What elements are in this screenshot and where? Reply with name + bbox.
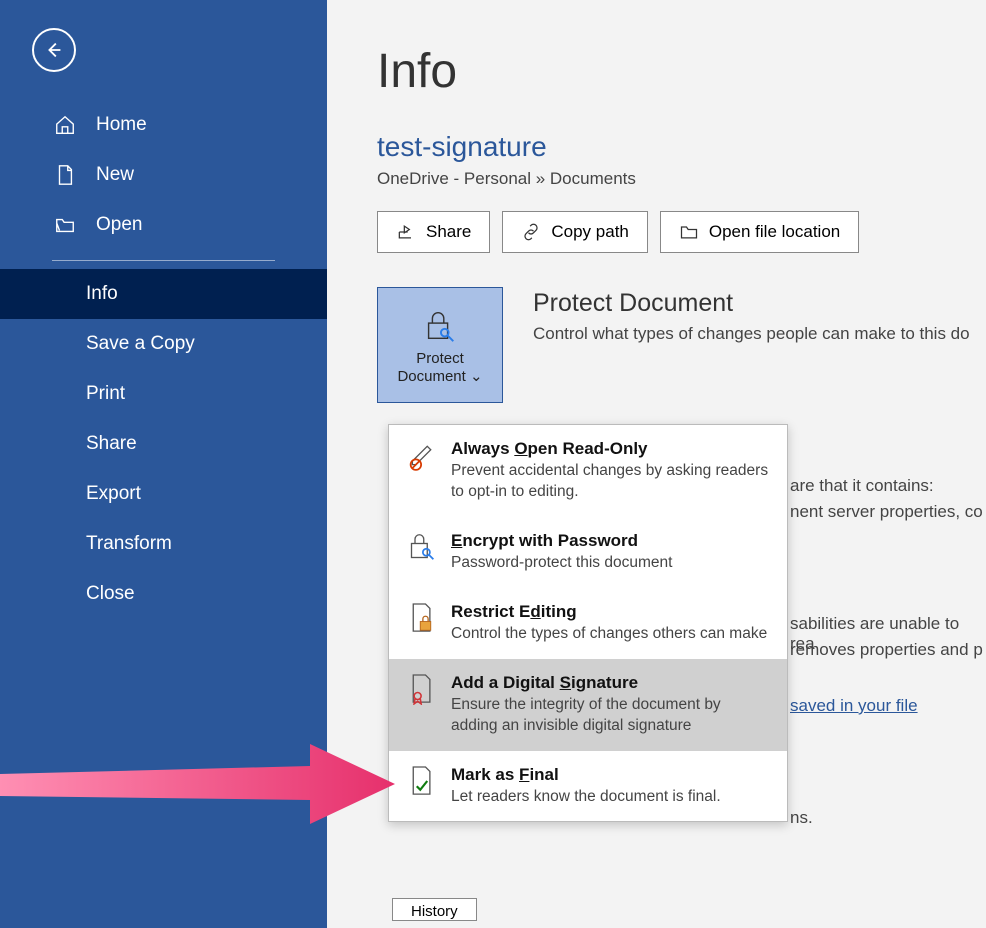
sidebar-item-label: Print: [86, 383, 125, 405]
menu-open-readonly[interactable]: Always Open Read-Only Prevent accidental…: [389, 425, 787, 517]
sidebar-item-share[interactable]: Share: [0, 419, 327, 469]
bg-text: removes properties and p: [790, 640, 983, 660]
share-button[interactable]: Share: [377, 211, 490, 253]
menu-title: Restrict Editing: [451, 602, 769, 622]
protect-btn-line1: Protect: [416, 350, 464, 367]
menu-restrict-editing[interactable]: Restrict Editing Control the types of ch…: [389, 588, 787, 659]
menu-add-digital-signature[interactable]: Add a Digital Signature Ensure the integ…: [389, 659, 787, 751]
bg-text: are that it contains:: [790, 476, 934, 496]
sidebar-item-label: Close: [86, 583, 135, 605]
sidebar-item-open[interactable]: Open: [0, 200, 327, 250]
sidebar-item-save-copy[interactable]: Save a Copy: [0, 319, 327, 369]
open-location-button[interactable]: Open file location: [660, 211, 859, 253]
sidebar-item-close[interactable]: Close: [0, 569, 327, 619]
folder-icon: [679, 222, 699, 242]
sidebar-item-label: Save a Copy: [86, 333, 195, 355]
open-location-label: Open file location: [709, 222, 840, 242]
history-remnant: History: [392, 898, 477, 921]
document-name[interactable]: test-signature: [377, 131, 986, 163]
sidebar-item-print[interactable]: Print: [0, 369, 327, 419]
bg-link[interactable]: saved in your file: [790, 696, 918, 716]
sidebar-item-home[interactable]: Home: [0, 100, 327, 150]
protect-desc: Control what types of changes people can…: [533, 324, 986, 344]
arrow-left-icon: [43, 39, 65, 61]
sidebar-item-label: Info: [86, 283, 118, 305]
copy-path-button[interactable]: Copy path: [502, 211, 648, 253]
menu-title: Add a Digital Signature: [451, 673, 769, 693]
sidebar-item-label: Export: [86, 483, 141, 505]
menu-desc: Let readers know the document is final.: [451, 787, 769, 808]
back-button[interactable]: [32, 28, 76, 72]
lock-key-icon: [407, 531, 437, 574]
protect-document-dropdown: Always Open Read-Only Prevent accidental…: [388, 424, 788, 822]
menu-title: Mark as Final: [451, 765, 769, 785]
lock-key-icon: [421, 306, 459, 344]
backstage-sidebar: Home New Open Info Save a Copy Print Sha…: [0, 0, 327, 928]
copy-path-label: Copy path: [551, 222, 629, 242]
sidebar-item-label: Share: [86, 433, 137, 455]
link-icon: [521, 222, 541, 242]
folder-open-icon: [52, 214, 78, 236]
menu-desc: Control the types of changes others can …: [451, 624, 769, 645]
sidebar-item-info[interactable]: Info: [0, 269, 327, 319]
sidebar-item-label: New: [96, 164, 134, 186]
menu-mark-final[interactable]: Mark as Final Let readers know the docum…: [389, 751, 787, 822]
bg-text: ns.: [790, 808, 813, 828]
menu-title: Encrypt with Password: [451, 531, 769, 551]
menu-encrypt-password[interactable]: Encrypt with Password Password-protect t…: [389, 517, 787, 588]
document-check-icon: [407, 765, 437, 808]
share-label: Share: [426, 222, 471, 242]
pencil-noentry-icon: [407, 439, 437, 503]
document-ribbon-icon: [407, 673, 437, 737]
sidebar-item-transform[interactable]: Transform: [0, 519, 327, 569]
menu-desc: Prevent accidental changes by asking rea…: [451, 461, 769, 503]
sidebar-item-new[interactable]: New: [0, 150, 327, 200]
sidebar-item-export[interactable]: Export: [0, 469, 327, 519]
share-icon: [396, 222, 416, 242]
protect-btn-line2: Document: [397, 368, 465, 385]
menu-desc: Password-protect this document: [451, 553, 769, 574]
menu-title: Always Open Read-Only: [451, 439, 769, 459]
sidebar-item-label: Home: [96, 114, 147, 136]
protect-document-button[interactable]: Protect Document ⌄: [377, 287, 503, 403]
document-icon: [52, 164, 78, 186]
document-location[interactable]: OneDrive - Personal » Documents: [377, 169, 986, 189]
sidebar-item-label: Open: [96, 214, 142, 236]
bg-text: nent server properties, co: [790, 502, 983, 522]
protect-section: Protect Document ⌄ Protect Document Cont…: [377, 287, 986, 403]
page-title: Info: [377, 44, 986, 99]
sidebar-divider: [52, 260, 275, 261]
protect-heading: Protect Document: [533, 289, 986, 318]
sidebar-item-label: Transform: [86, 533, 172, 555]
document-lock-icon: [407, 602, 437, 645]
file-action-row: Share Copy path Open file location: [377, 211, 986, 253]
chevron-down-icon: ⌄: [470, 368, 483, 385]
home-icon: [52, 114, 78, 136]
menu-desc: Ensure the integrity of the document by …: [451, 695, 769, 737]
